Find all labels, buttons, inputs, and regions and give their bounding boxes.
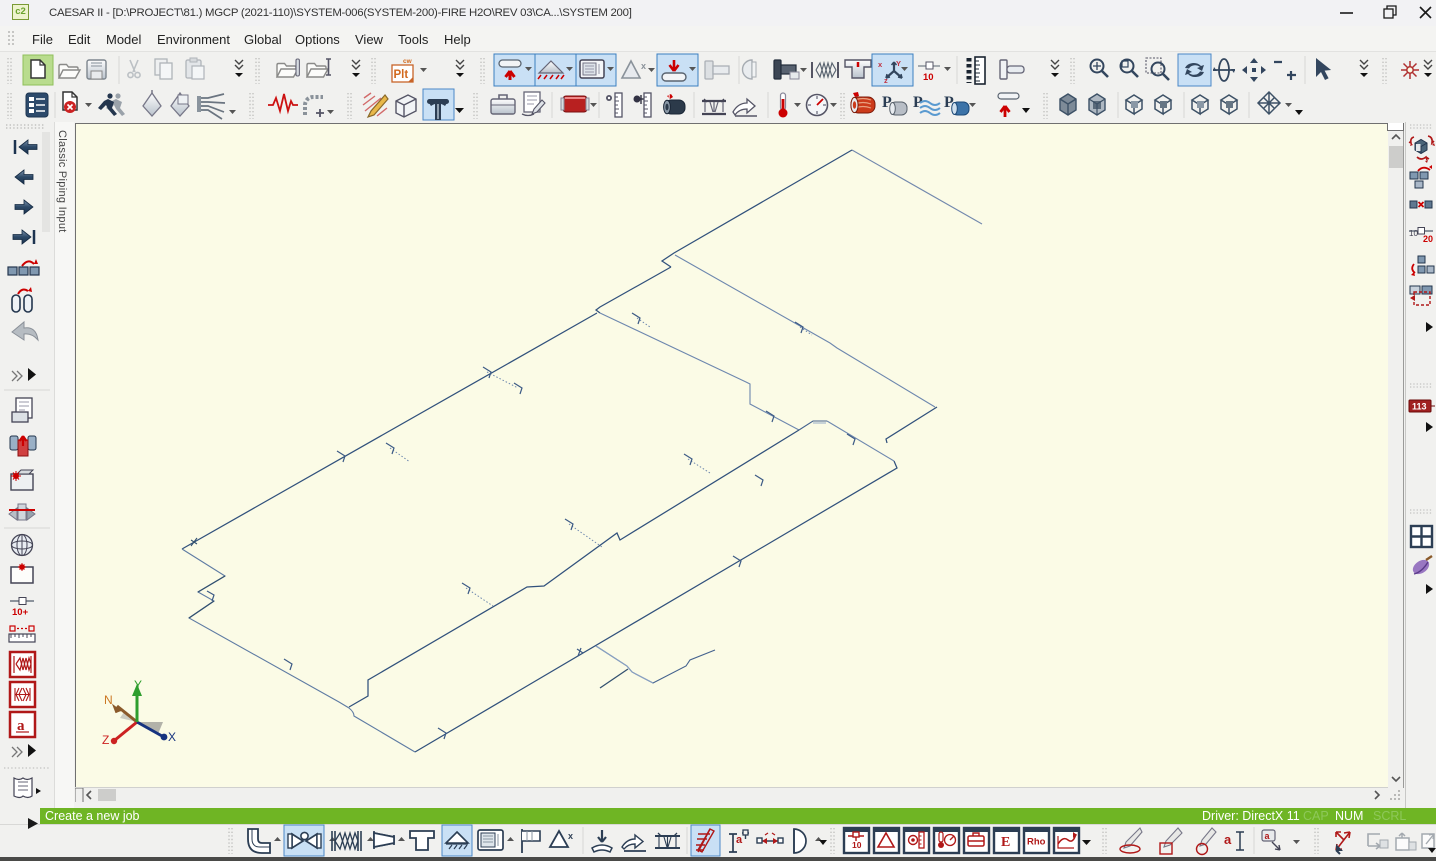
svg-text:X: X [168,730,176,744]
svg-text:a: a [1224,832,1232,847]
svg-text:x: x [568,831,573,841]
svg-text:E: E [1001,835,1010,850]
svg-text:a: a [736,834,743,846]
svg-text:Z: Z [102,733,109,747]
svg-text:Y: Y [134,678,142,692]
svg-text:20: 20 [1423,234,1433,244]
svg-text:10: 10 [923,72,934,83]
svg-text:N: N [104,693,113,707]
svg-text:Rho: Rho [1027,837,1046,848]
svg-text:10: 10 [852,840,862,850]
svg-text:x: x [641,61,646,71]
svg-text:Y: Y [896,59,901,68]
svg-text:Plt: Plt [394,69,409,81]
svg-text:cw: cw [403,58,413,65]
svg-text:10+: 10+ [12,607,29,618]
svg-text:113: 113 [1412,402,1427,412]
svg-text:10: 10 [1409,229,1418,238]
svg-text:z: z [884,76,888,85]
